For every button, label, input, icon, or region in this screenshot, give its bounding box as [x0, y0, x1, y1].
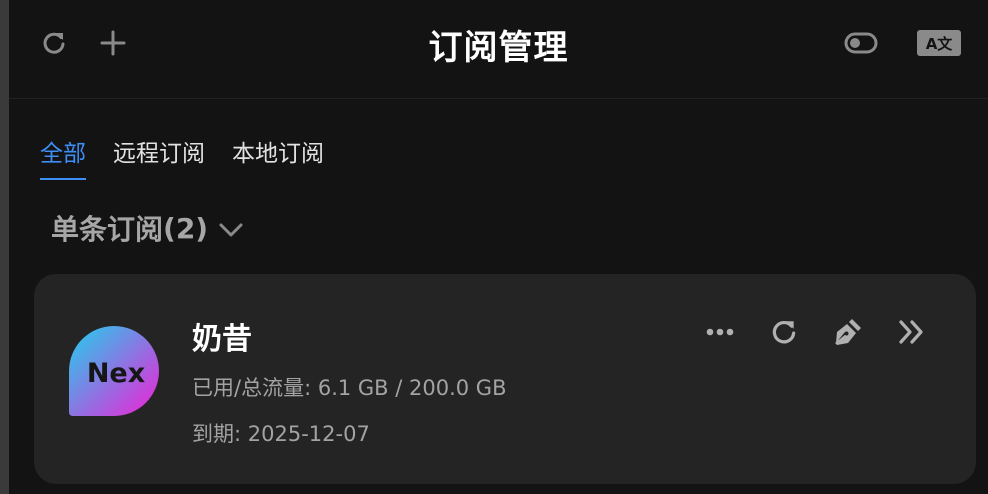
expire-value: 2025-12-07: [247, 422, 370, 446]
edit-button[interactable]: [830, 314, 866, 350]
open-detail-button[interactable]: [894, 314, 930, 350]
chevron-down-icon: [219, 223, 243, 237]
section-toggle[interactable]: 单条订阅 (2): [51, 208, 244, 248]
edit-pen-icon: [835, 319, 861, 345]
card-actions: [674, 314, 930, 350]
section-title: 单条订阅: [51, 213, 164, 246]
expire-info: 到期: 2025-12-07: [192, 418, 370, 448]
translate-icon: A文: [917, 30, 961, 56]
language-button[interactable]: A文: [915, 26, 963, 60]
logo-text: Nex: [87, 358, 145, 389]
subscription-logo: Nex: [69, 326, 159, 416]
refresh-icon: [772, 321, 796, 344]
tab-all[interactable]: 全部: [40, 136, 86, 180]
toggle-button[interactable]: [843, 28, 879, 58]
traffic-value: 6.1 GB / 200.0 GB: [317, 376, 507, 400]
filter-tabs: 全部 远程订阅 本地订阅: [40, 136, 351, 182]
window-edge: [0, 0, 9, 494]
traffic-label: 已用/总流量:: [192, 376, 318, 400]
page-title: 订阅管理: [428, 28, 569, 68]
update-subscription-button[interactable]: [766, 314, 802, 350]
app-root: 订阅管理 A文 全部 远程订阅 本地订阅 单条订阅 (2) Nex 奶昔 已用/…: [0, 0, 988, 494]
section-count: (2): [163, 211, 209, 245]
tab-remote[interactable]: 远程订阅: [113, 136, 205, 180]
tab-local[interactable]: 本地订阅: [232, 136, 324, 180]
translate-badge-text: A文: [926, 35, 954, 53]
expire-label: 到期:: [192, 422, 248, 446]
toggle-icon: [844, 32, 878, 54]
double-chevron-right-icon: [899, 320, 923, 344]
subscription-card[interactable]: Nex 奶昔 已用/总流量: 6.1 GB / 200.0 GB 到期: 202…: [34, 274, 976, 484]
subscription-name: 奶昔: [192, 322, 252, 357]
more-icon: [706, 328, 734, 336]
more-button[interactable]: [702, 314, 738, 350]
traffic-info: 已用/总流量: 6.1 GB / 200.0 GB: [192, 372, 506, 402]
header-bar: 订阅管理 A文: [9, 0, 988, 99]
